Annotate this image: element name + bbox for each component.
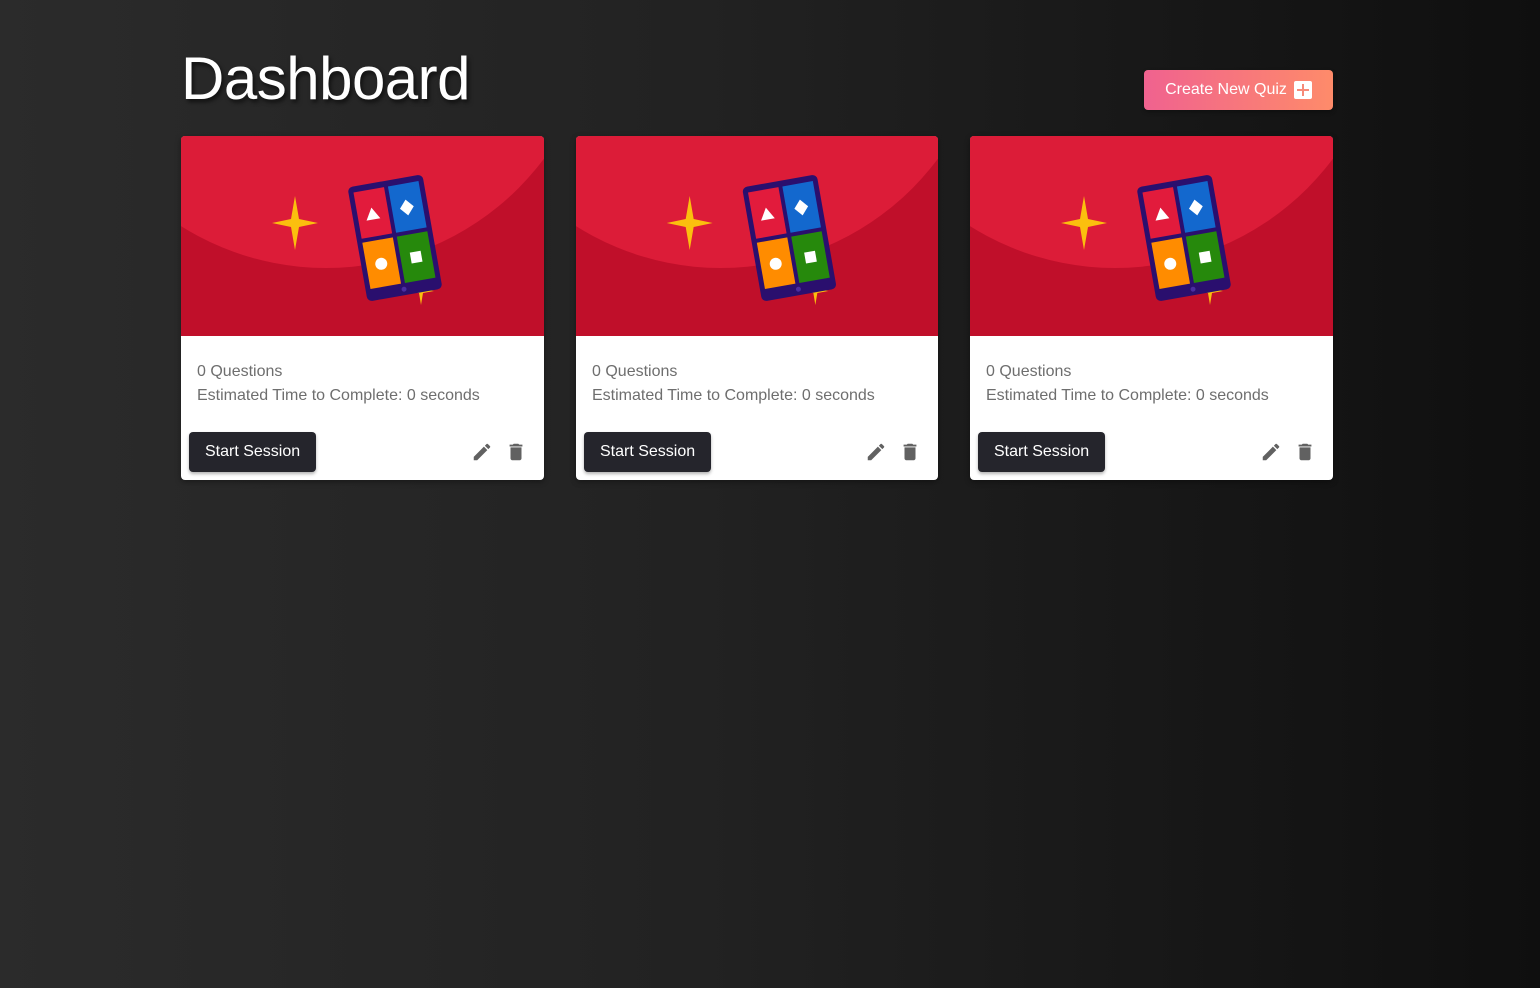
pencil-icon[interactable] [1259,440,1283,464]
estimated-time: Estimated Time to Complete: 0 seconds [986,387,1269,404]
quiz-thumbnail-image [576,136,938,336]
create-new-quiz-label: Create New Quiz [1165,81,1287,98]
create-new-quiz-button[interactable]: Create New Quiz [1144,70,1333,110]
start-session-button[interactable]: Start Session [584,432,712,472]
trash-icon[interactable] [898,440,922,464]
start-session-button[interactable]: Start Session [189,432,317,472]
quiz-thumbnail-image [970,136,1333,336]
trash-icon[interactable] [1293,440,1317,464]
quiz-thumbnail-image [181,136,544,336]
page-title: Dashboard [181,45,471,112]
pencil-icon[interactable] [470,440,494,464]
question-count: 0 Questions [197,363,283,380]
estimated-time: Estimated Time to Complete: 0 seconds [197,387,480,404]
start-session-button[interactable]: Start Session [978,432,1106,472]
question-count: 0 Questions [986,363,1072,380]
trash-icon[interactable] [504,440,528,464]
estimated-time: Estimated Time to Complete: 0 seconds [592,387,875,404]
quiz-card: 0 Questions Estimated Time to Complete: … [970,136,1333,480]
plus-box-icon [1293,81,1312,99]
pencil-icon[interactable] [864,440,888,464]
quiz-card: 0 Questions Estimated Time to Complete: … [181,136,544,480]
quiz-card: 0 Questions Estimated Time to Complete: … [576,136,938,480]
question-count: 0 Questions [592,363,678,380]
